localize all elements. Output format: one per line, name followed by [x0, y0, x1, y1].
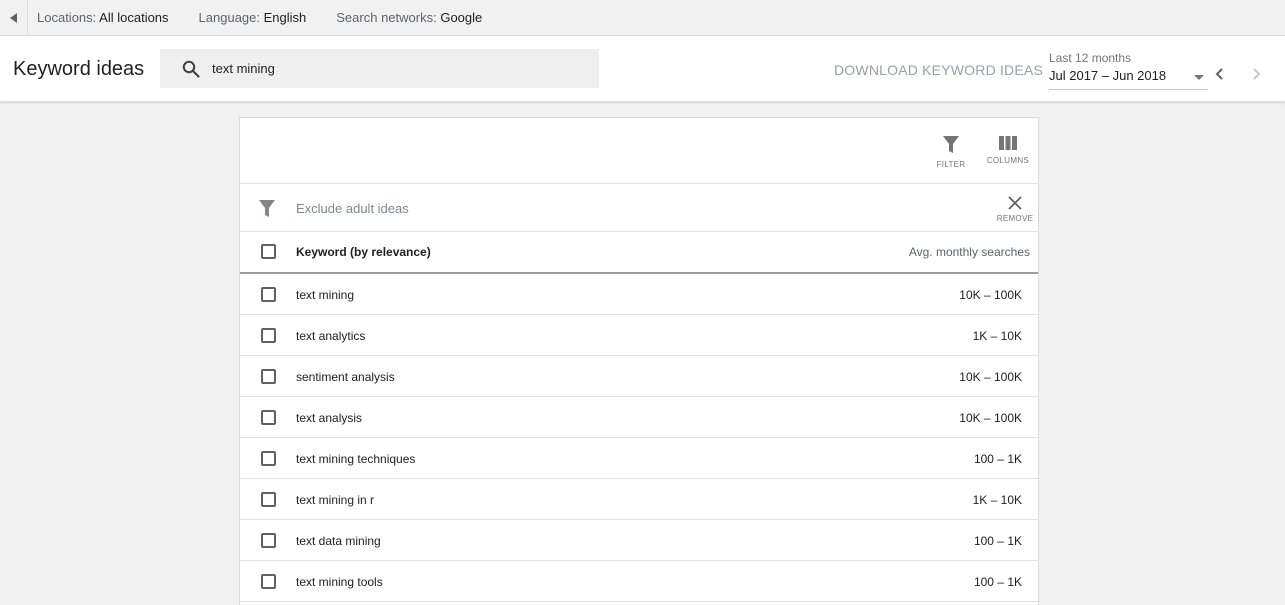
keyword-cell: text mining in r [296, 493, 375, 507]
table-row[interactable]: text mining 10K – 100K [240, 274, 1038, 315]
row-checkbox[interactable] [261, 533, 276, 548]
row-checkbox[interactable] [261, 410, 276, 425]
searches-cell: 10K – 100K [959, 288, 1022, 302]
remove-label: REMOVE [996, 214, 1034, 223]
page-title: Keyword ideas [13, 58, 145, 80]
collapse-button[interactable] [0, 0, 28, 36]
select-all-checkbox[interactable] [261, 244, 276, 259]
row-checkbox[interactable] [261, 492, 276, 507]
searches-cell: 100 – 1K [973, 452, 1022, 466]
download-keyword-ideas-button[interactable]: DOWNLOAD KEYWORD IDEAS [834, 62, 1043, 78]
close-icon [1008, 196, 1022, 210]
searches-cell: 10K – 100K [959, 370, 1022, 384]
keyword-cell: text mining [296, 288, 355, 302]
caret-down-icon [1194, 75, 1204, 80]
searches-cell: 1K – 10K [972, 493, 1022, 507]
date-range-selector[interactable]: Last 12 months Jul 2017 – Jun 2018 [1049, 51, 1208, 90]
columns-label: COLUMNS [986, 156, 1030, 165]
keyword-column-header[interactable]: Keyword (by relevance) [296, 245, 431, 259]
row-checkbox[interactable] [261, 328, 276, 343]
search-networks-label: Search networks: [336, 10, 437, 25]
table-header: Keyword (by relevance) Avg. monthly sear… [240, 232, 1038, 274]
table-row[interactable]: text analytics 1K – 10K [240, 315, 1038, 356]
keyword-search-input[interactable] [212, 61, 572, 76]
date-range-value: Jul 2017 – Jun 2018 [1049, 68, 1167, 83]
language-value: English [263, 10, 307, 25]
page-header: Keyword ideas DOWNLOAD KEYWORD IDEAS Las… [0, 36, 1285, 102]
keyword-cell: text mining techniques [296, 452, 416, 466]
filter-button[interactable]: FILTER [935, 136, 967, 169]
locations-value: All locations [99, 10, 169, 25]
searches-column-header[interactable]: Avg. monthly searches [909, 245, 1030, 259]
language-setting[interactable]: Language: English [199, 10, 307, 25]
filter-label: FILTER [936, 160, 966, 169]
search-networks-setting[interactable]: Search networks: Google [336, 10, 482, 25]
table-row[interactable]: text analysis 10K – 100K [240, 397, 1038, 438]
searches-cell: 100 – 1K [973, 575, 1022, 589]
table-row[interactable]: text data mining 100 – 1K [240, 520, 1038, 561]
chevron-right-icon[interactable] [1249, 67, 1263, 81]
row-checkbox[interactable] [261, 287, 276, 302]
table-toolbar: FILTER COLUMNS [240, 118, 1038, 184]
search-icon [182, 60, 200, 78]
date-range-label: Last 12 months [1049, 51, 1132, 65]
chevron-left-icon[interactable] [1213, 67, 1227, 81]
keyword-ideas-table-card: FILTER COLUMNS Exclude adult ideas REMOV… [239, 117, 1039, 605]
keyword-cell: text analytics [296, 329, 366, 343]
locations-label: Locations: [37, 10, 97, 25]
language-label: Language: [198, 10, 260, 25]
search-networks-value: Google [440, 10, 483, 25]
searches-cell: 10K – 100K [959, 411, 1022, 425]
date-range-dropdown[interactable]: Jul 2017 – Jun 2018 [1049, 68, 1208, 90]
table-row[interactable]: text mining techniques 100 – 1K [240, 438, 1038, 479]
funnel-icon [259, 200, 275, 217]
funnel-icon [943, 136, 959, 153]
keyword-cell: sentiment analysis [296, 370, 395, 384]
row-checkbox[interactable] [261, 451, 276, 466]
remove-filter-button[interactable]: REMOVE [995, 196, 1035, 223]
row-checkbox[interactable] [261, 574, 276, 589]
table-row[interactable]: text mining tools 100 – 1K [240, 561, 1038, 602]
keyword-cell: text analysis [296, 411, 363, 425]
searches-cell: 100 – 1K [973, 534, 1022, 548]
keyword-cell: text data mining [296, 534, 381, 548]
columns-button[interactable]: COLUMNS [984, 136, 1032, 165]
keyword-cell: text mining tools [296, 575, 383, 589]
active-filter-row: Exclude adult ideas REMOVE [240, 184, 1038, 232]
table-row[interactable]: text mining in r 1K – 10K [240, 479, 1038, 520]
table-row[interactable]: sentiment analysis 10K – 100K [240, 356, 1038, 397]
settings-bar: Locations: All locations Language: Engli… [0, 0, 1285, 36]
caret-left-icon [9, 12, 17, 23]
locations-setting[interactable]: Locations: All locations [37, 10, 169, 25]
keyword-search-box[interactable] [160, 49, 599, 88]
columns-icon [999, 136, 1017, 150]
searches-cell: 1K – 10K [972, 329, 1022, 343]
filter-text[interactable]: Exclude adult ideas [296, 201, 409, 216]
row-checkbox[interactable] [261, 369, 276, 384]
